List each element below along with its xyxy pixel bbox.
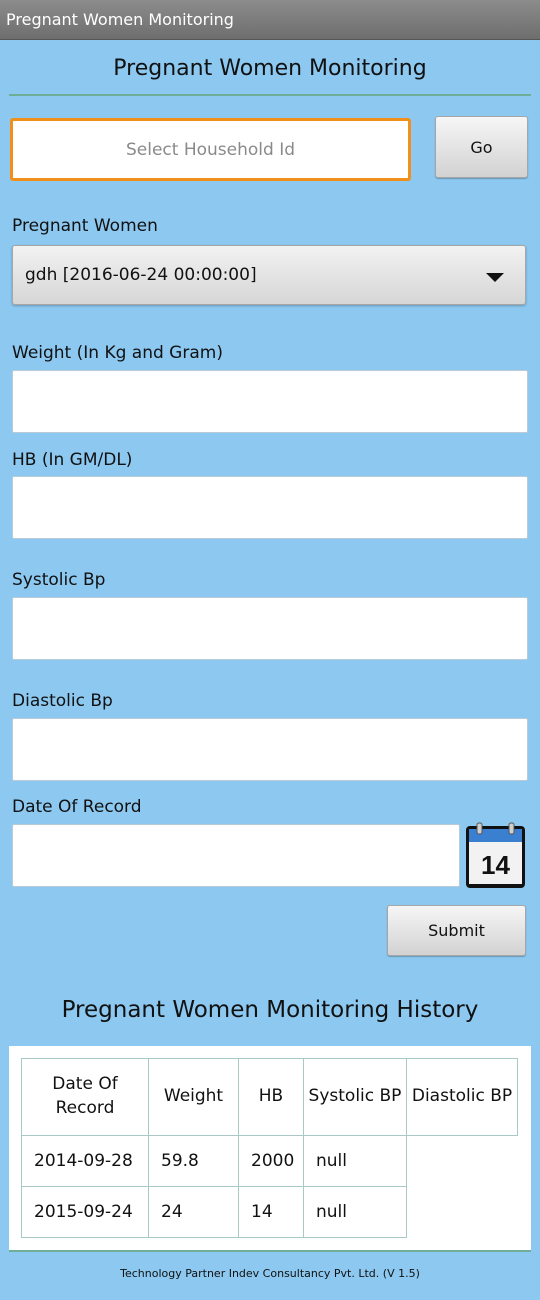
hb-field[interactable] — [12, 476, 528, 539]
hb-label: HB (In GM/DL) — [12, 450, 133, 470]
diastolic-bp-field[interactable] — [12, 718, 528, 781]
submit-button[interactable]: Submit — [387, 905, 526, 956]
pregnant-women-select[interactable]: gdh [2016-06-24 00:00:00] — [12, 245, 526, 305]
table-cell-hb: 2000 — [238, 1135, 304, 1187]
column-header-systolic: Systolic BP — [303, 1058, 407, 1136]
title-bar: Pregnant Women Monitoring — [0, 0, 540, 40]
date-of-record-label: Date Of Record — [12, 797, 142, 817]
table-cell-empty — [407, 1187, 518, 1238]
table-row: 2015-09-24 24 14 null — [21, 1186, 518, 1238]
history-table-container: Date Of Record Weight HB Systolic BP Dia… — [9, 1046, 531, 1250]
table-cell-systolic: null — [303, 1135, 407, 1187]
weight-label: Weight (In Kg and Gram) — [12, 343, 223, 363]
footer-divider — [9, 1250, 531, 1252]
table-cell-weight: 24 — [148, 1186, 239, 1238]
table-header-row: Date Of Record Weight HB Systolic BP Dia… — [21, 1058, 518, 1136]
weight-field[interactable] — [12, 370, 528, 433]
column-header-date: Date Of Record — [21, 1058, 149, 1136]
table-cell-empty — [407, 1136, 518, 1187]
systolic-bp-label: Systolic Bp — [12, 570, 106, 590]
table-cell-date: 2014-09-28 — [21, 1135, 149, 1187]
column-header-hb: HB — [238, 1058, 304, 1136]
window-title: Pregnant Women Monitoring — [6, 10, 234, 29]
calendar-day-number: 14 — [481, 850, 510, 880]
systolic-bp-field[interactable] — [12, 597, 528, 660]
header-divider — [9, 94, 531, 96]
table-cell-date: 2015-09-24 — [21, 1186, 149, 1238]
column-header-weight: Weight — [148, 1058, 239, 1136]
diastolic-bp-label: Diastolic Bp — [12, 691, 113, 711]
footer-credit: Technology Partner Indev Consultancy Pvt… — [120, 1267, 420, 1280]
pregnant-women-selected-value: gdh [2016-06-24 00:00:00] — [25, 265, 257, 285]
table-cell-weight: 59.8 — [148, 1135, 239, 1187]
table-row: 2014-09-28 59.8 2000 null — [21, 1135, 518, 1187]
go-button[interactable]: Go — [435, 116, 528, 178]
history-title: Pregnant Women Monitoring History — [61, 997, 479, 1023]
page-title: Pregnant Women Monitoring — [113, 56, 427, 81]
date-of-record-field[interactable] — [12, 824, 460, 887]
household-id-input[interactable]: Select Household Id — [10, 118, 411, 181]
pregnant-women-label: Pregnant Women — [12, 216, 158, 236]
history-table: Date Of Record Weight HB Systolic BP Dia… — [21, 1058, 518, 1238]
column-header-diastolic: Diastolic BP — [406, 1058, 518, 1136]
table-cell-systolic: null — [303, 1186, 407, 1238]
table-cell-hb: 14 — [238, 1186, 304, 1238]
calendar-icon[interactable]: 14 — [465, 822, 526, 889]
chevron-down-icon — [486, 273, 504, 282]
